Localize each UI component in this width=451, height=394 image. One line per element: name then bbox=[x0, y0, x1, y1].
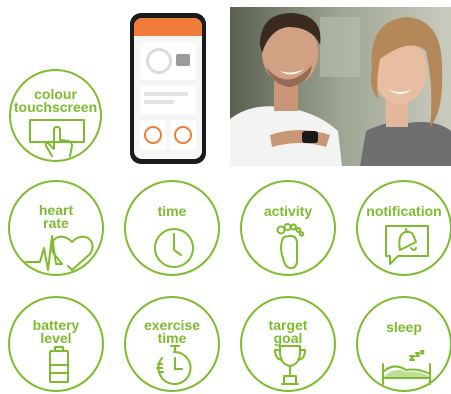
feature-label: sleep bbox=[386, 319, 422, 335]
feature-label: target goal bbox=[268, 317, 308, 346]
heart-rate-icon bbox=[25, 235, 94, 271]
couple-photo-image bbox=[230, 7, 451, 166]
clock-icon bbox=[154, 228, 194, 268]
touch-screen-icon bbox=[29, 119, 85, 157]
feature-battery-level: battery level bbox=[8, 296, 104, 392]
feature-label: activity bbox=[263, 203, 313, 219]
trophy-icon bbox=[274, 345, 306, 385]
feature-colour-touchscreen: colour touchscreen bbox=[9, 69, 102, 162]
stopwatch-icon bbox=[156, 345, 192, 385]
feature-label: colour touchscreen bbox=[13, 86, 98, 115]
feature-heart-rate: heart rate bbox=[8, 180, 104, 276]
feature-time: time bbox=[124, 180, 220, 276]
feature-label: exercise time bbox=[143, 317, 201, 346]
bed-icon bbox=[382, 350, 431, 385]
notification-bell-icon bbox=[385, 225, 429, 265]
feature-label: time bbox=[157, 203, 187, 219]
feature-target-goal: target goal bbox=[240, 296, 336, 392]
smartphone-app-image bbox=[130, 13, 206, 164]
feature-exercise-time: exercise time bbox=[124, 296, 220, 392]
feature-sleep: sleep bbox=[356, 296, 451, 392]
feature-label: battery level bbox=[32, 317, 80, 346]
battery-icon bbox=[49, 346, 69, 383]
footprint-icon bbox=[276, 223, 305, 270]
feature-activity: activity bbox=[240, 180, 336, 276]
feature-label: notification bbox=[366, 203, 442, 219]
feature-label: heart rate bbox=[38, 202, 74, 231]
feature-notification: notification bbox=[356, 180, 451, 276]
